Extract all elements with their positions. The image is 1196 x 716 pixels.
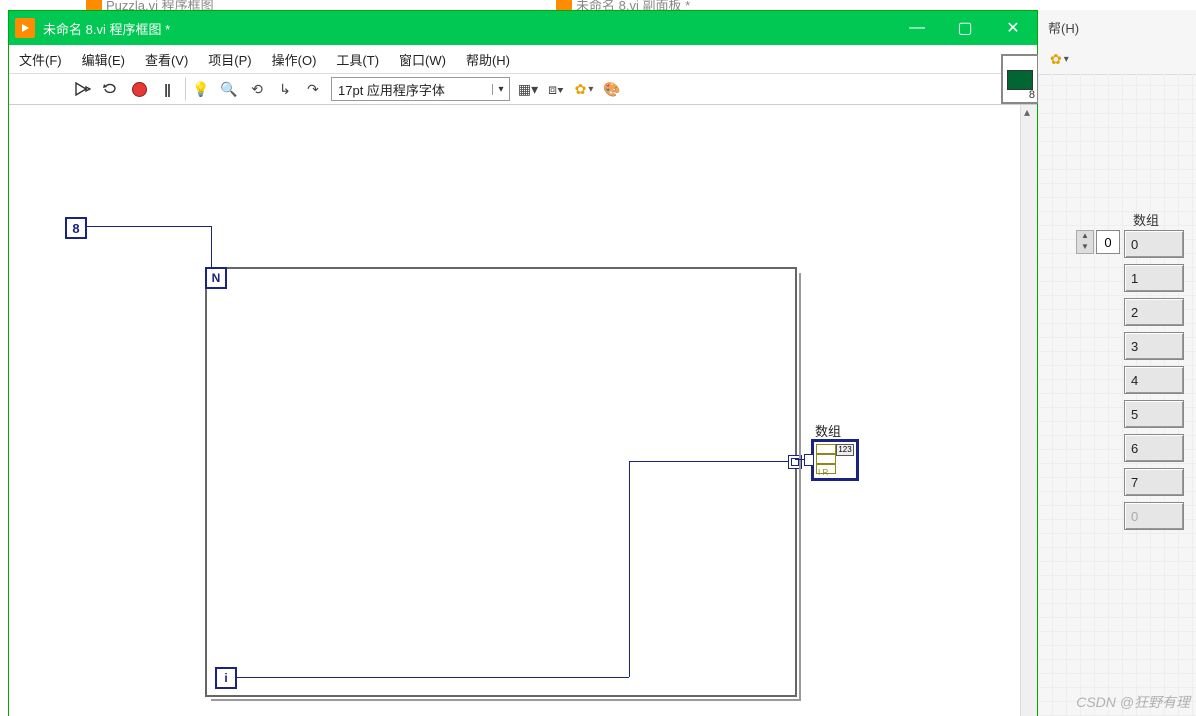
- array-cell[interactable]: 4: [1124, 366, 1184, 394]
- menu-help-truncated[interactable]: 帮(H): [1048, 18, 1079, 37]
- front-panel-toolbar: ✿▾: [1038, 44, 1196, 75]
- spin-down-icon: ▼: [1077, 242, 1093, 253]
- indicator-input-terminal[interactable]: [804, 454, 814, 466]
- array-cell[interactable]: 3: [1124, 332, 1184, 360]
- window-title: 未命名 8.vi 程序框图 *: [43, 19, 170, 38]
- run-button[interactable]: [71, 77, 95, 101]
- auto-index-tunnel[interactable]: [788, 455, 802, 469]
- font-selector[interactable]: 17pt 应用程序字体 ▾: [331, 77, 510, 101]
- gear-icon: ✿: [575, 81, 587, 98]
- minimize-button[interactable]: —: [893, 11, 941, 45]
- cleanup-diagram-button[interactable]: 🎨: [600, 77, 624, 101]
- chevron-down-icon: ▾: [588, 84, 593, 95]
- menu-edit[interactable]: 编辑(E): [72, 45, 135, 73]
- array-cell-empty[interactable]: 0: [1124, 502, 1184, 530]
- menu-view[interactable]: 查看(V): [135, 45, 198, 73]
- menu-operate[interactable]: 操作(O): [262, 45, 327, 73]
- index-spinner[interactable]: ▲▼: [1076, 230, 1094, 254]
- spin-up-icon: ▲: [1077, 231, 1093, 242]
- pause-button[interactable]: ||: [155, 77, 179, 101]
- array-row-icon: [816, 454, 836, 464]
- array-indicator-terminal[interactable]: 123 I R: [811, 439, 859, 481]
- align-objects-button[interactable]: ▦▾: [516, 77, 540, 101]
- toolbar: || 💡 🔍 ⟲ ↳ ↷ 17pt 应用程序字体 ▾ ▦▾ ⧈▾ ✿▾ 🎨 ?: [9, 74, 1037, 105]
- array-cell[interactable]: 2: [1124, 298, 1184, 326]
- step-over-button[interactable]: ↳: [273, 77, 297, 101]
- array-cell[interactable]: 1: [1124, 264, 1184, 292]
- vi-slot-number: 8: [1029, 89, 1035, 101]
- block-diagram-window: 未命名 8.vi 程序框图 * — ▢ ✕ 文件(F) 编辑(E) 查看(V) …: [8, 10, 1038, 716]
- distribute-objects-button[interactable]: ⧈▾: [544, 77, 568, 101]
- array-cell[interactable]: 0: [1124, 230, 1184, 258]
- abort-button[interactable]: [127, 77, 151, 101]
- array-ir-label: I R: [818, 468, 828, 477]
- vertical-scrollbar[interactable]: [1020, 105, 1037, 716]
- menu-tools[interactable]: 工具(T): [326, 45, 389, 73]
- reorder-button[interactable]: ✿▾: [572, 77, 596, 101]
- retain-wire-values-button[interactable]: 🔍: [217, 77, 241, 101]
- menubar: 文件(F) 编辑(E) 查看(V) 项目(P) 操作(O) 工具(T) 窗口(W…: [9, 45, 1037, 74]
- step-into-button[interactable]: ⟲: [245, 77, 269, 101]
- run-continuous-button[interactable]: [99, 77, 123, 101]
- array-cell[interactable]: 5: [1124, 400, 1184, 428]
- reorder-button[interactable]: ✿▾: [1050, 51, 1069, 68]
- menu-project[interactable]: 项目(P): [198, 45, 261, 73]
- menu-window[interactable]: 窗口(W): [389, 45, 456, 73]
- abort-icon: [132, 82, 147, 97]
- app-icon: [15, 18, 35, 38]
- chevron-down-icon: ▾: [1064, 54, 1069, 65]
- array-cell[interactable]: 6: [1124, 434, 1184, 462]
- array-indicator-label: 数组: [815, 421, 841, 440]
- watermark: CSDN @狂野有理: [1076, 692, 1190, 712]
- wire: [235, 677, 629, 678]
- highlight-execution-button[interactable]: 💡: [185, 77, 213, 101]
- front-panel-canvas[interactable]: 数组 ▲▼ 0 0 1 2 3 4 5 6 7 0: [1038, 74, 1196, 716]
- maximize-button[interactable]: ▢: [941, 11, 989, 45]
- for-loop[interactable]: N i: [205, 267, 797, 697]
- menu-file[interactable]: 文件(F): [9, 45, 72, 73]
- front-panel-window: 帮(H) ✿▾ 数组 ▲▼ 0 0 1 2 3 4 5 6 7 0: [1038, 10, 1196, 716]
- step-out-button[interactable]: ↷: [301, 77, 325, 101]
- chevron-down-icon: ▾: [492, 84, 509, 95]
- numeric-constant[interactable]: 8: [65, 217, 87, 239]
- array-values-column: 0 1 2 3 4 5 6 7 0: [1124, 230, 1184, 536]
- array-row-icon: [816, 444, 836, 454]
- array-cell[interactable]: 7: [1124, 468, 1184, 496]
- wire: [629, 461, 793, 462]
- menu-help[interactable]: 帮助(H): [456, 45, 520, 73]
- array-control-label: 数组: [1133, 210, 1159, 229]
- array-index-value[interactable]: 0: [1096, 230, 1120, 254]
- loop-iteration-terminal[interactable]: i: [215, 667, 237, 689]
- array-element-preview: 123: [836, 444, 854, 456]
- vi-icon: [1007, 70, 1033, 90]
- vi-icon-connector[interactable]: 8: [1001, 54, 1039, 104]
- titlebar[interactable]: 未命名 8.vi 程序框图 * — ▢ ✕: [9, 11, 1037, 45]
- font-selector-label: 17pt 应用程序字体: [332, 80, 492, 99]
- wire: [629, 461, 630, 677]
- block-diagram-canvas[interactable]: 8 N i 数组: [9, 105, 1021, 716]
- close-button[interactable]: ✕: [989, 11, 1037, 45]
- array-index-control[interactable]: ▲▼ 0: [1076, 230, 1120, 254]
- gear-icon: ✿: [1050, 51, 1062, 68]
- wire: [85, 226, 211, 227]
- background-tabs: Puzzla.vi 程序框图 未命名 8.vi 副面板 *: [0, 0, 1196, 10]
- front-panel-menu: 帮(H): [1038, 10, 1196, 44]
- loop-count-terminal[interactable]: N: [205, 267, 227, 289]
